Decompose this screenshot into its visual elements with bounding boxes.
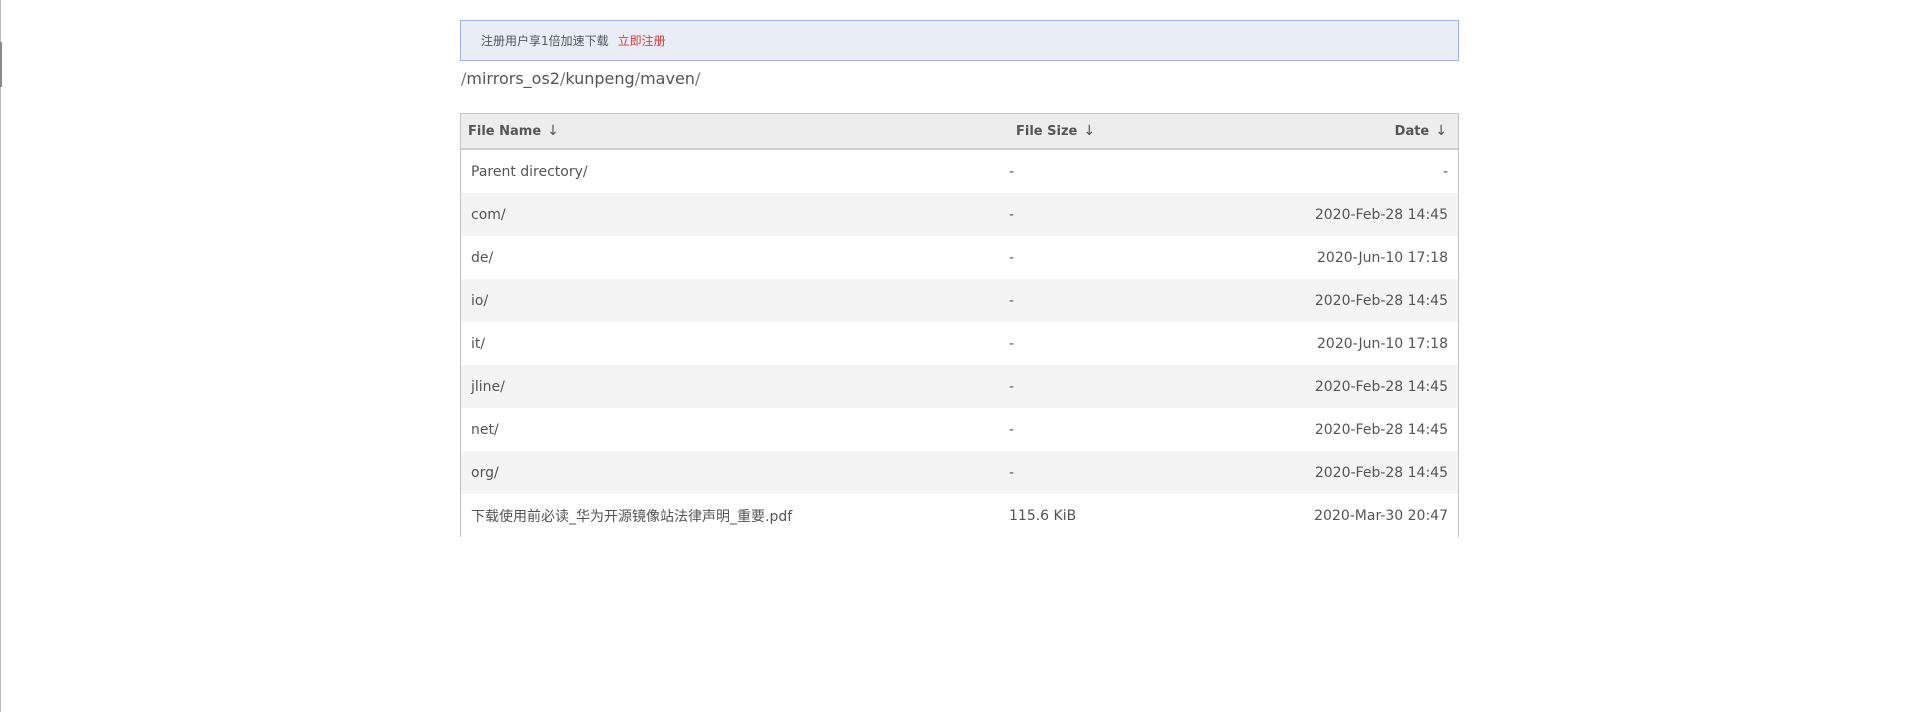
table-row: jline/ - 2020-Feb-28 14:45 (461, 365, 1458, 408)
file-date-cell: 2020-Jun-10 17:18 (1317, 335, 1448, 352)
sort-arrow-icon[interactable]: ↓ (1083, 123, 1095, 139)
table-row: 下载使用前必读_华为开源镜像站法律声明_重要.pdf 115.6 KiB 202… (461, 494, 1458, 537)
file-link-parent-directory[interactable]: Parent directory/ (471, 164, 588, 180)
table-row: net/ - 2020-Feb-28 14:45 (461, 408, 1458, 451)
file-size-cell: - (1009, 206, 1015, 223)
column-label-file-name[interactable]: File Name (468, 124, 541, 139)
promo-text: 注册用户享1倍加速下载 (481, 34, 609, 48)
column-label-date[interactable]: Date (1395, 124, 1430, 139)
file-link-de[interactable]: de/ (471, 250, 493, 266)
table-body: Parent directory/ - - com/ - 2020-Feb-28… (461, 150, 1458, 537)
file-size-cell: - (1009, 421, 1015, 438)
column-header-file-size[interactable]: File Size ↓ (1009, 123, 1229, 139)
file-size-cell: - (1009, 378, 1015, 395)
column-header-date[interactable]: Date ↓ (1229, 123, 1458, 139)
breadcrumb-item-maven[interactable]: maven (640, 69, 695, 88)
file-date-cell: - (1442, 163, 1448, 180)
promo-banner: 注册用户享1倍加速下载 立即注册 (460, 20, 1459, 61)
column-label-file-size[interactable]: File Size (1016, 124, 1077, 139)
table-row: Parent directory/ - - (461, 150, 1458, 193)
register-link[interactable]: 立即注册 (618, 32, 666, 49)
file-date-cell: 2020-Feb-28 14:45 (1314, 292, 1448, 309)
table-row: de/ - 2020-Jun-10 17:18 (461, 236, 1458, 279)
file-size-cell: - (1009, 163, 1015, 180)
file-size-cell: - (1009, 335, 1015, 352)
file-listing-table: File Name ↓ File Size ↓ Date ↓ Parent direc… (460, 113, 1459, 537)
file-date-cell: 2020-Feb-28 14:45 (1314, 378, 1448, 395)
file-date-cell: 2020-Feb-28 14:45 (1314, 421, 1448, 438)
file-size-cell: 115.6 KiB (1009, 507, 1077, 524)
file-link-it[interactable]: it/ (471, 336, 485, 352)
file-date-cell: 2020-Mar-30 20:47 (1314, 507, 1448, 524)
file-link-io[interactable]: io/ (471, 293, 488, 309)
file-size-cell: - (1009, 249, 1015, 266)
breadcrumb-separator: / (694, 68, 701, 88)
file-link-net[interactable]: net/ (471, 422, 499, 438)
table-row: org/ - 2020-Feb-28 14:45 (461, 451, 1458, 494)
table-row: com/ - 2020-Feb-28 14:45 (461, 193, 1458, 236)
table-header: File Name ↓ File Size ↓ Date ↓ (461, 114, 1458, 150)
breadcrumb-item-mirrors-os2[interactable]: mirrors_os2 (466, 69, 560, 88)
sort-arrow-icon[interactable]: ↓ (547, 123, 559, 139)
breadcrumb-item-kunpeng[interactable]: kunpeng (565, 69, 634, 88)
page-container: 注册用户享1倍加速下载 立即注册 / mirrors_os2 / kunpeng… (460, 20, 1459, 537)
file-link-com[interactable]: com/ (471, 207, 506, 223)
file-date-cell: 2020-Feb-28 14:45 (1314, 206, 1448, 223)
column-header-file-name[interactable]: File Name ↓ (461, 123, 1009, 139)
file-link-org[interactable]: org/ (471, 465, 499, 481)
sort-arrow-icon[interactable]: ↓ (1435, 123, 1447, 139)
file-date-cell: 2020-Jun-10 17:18 (1317, 249, 1448, 266)
window-edge-marker (0, 42, 2, 87)
table-row: it/ - 2020-Jun-10 17:18 (461, 322, 1458, 365)
window-left-edge (0, 0, 1, 712)
table-row: io/ - 2020-Feb-28 14:45 (461, 279, 1458, 322)
file-size-cell: - (1009, 464, 1015, 481)
file-link-jline[interactable]: jline/ (471, 379, 505, 395)
file-size-cell: - (1009, 292, 1015, 309)
breadcrumb: / mirrors_os2 / kunpeng / maven / (460, 67, 1459, 89)
file-link-legal-notice-pdf[interactable]: 下载使用前必读_华为开源镜像站法律声明_重要.pdf (471, 509, 792, 525)
file-date-cell: 2020-Feb-28 14:45 (1314, 464, 1448, 481)
